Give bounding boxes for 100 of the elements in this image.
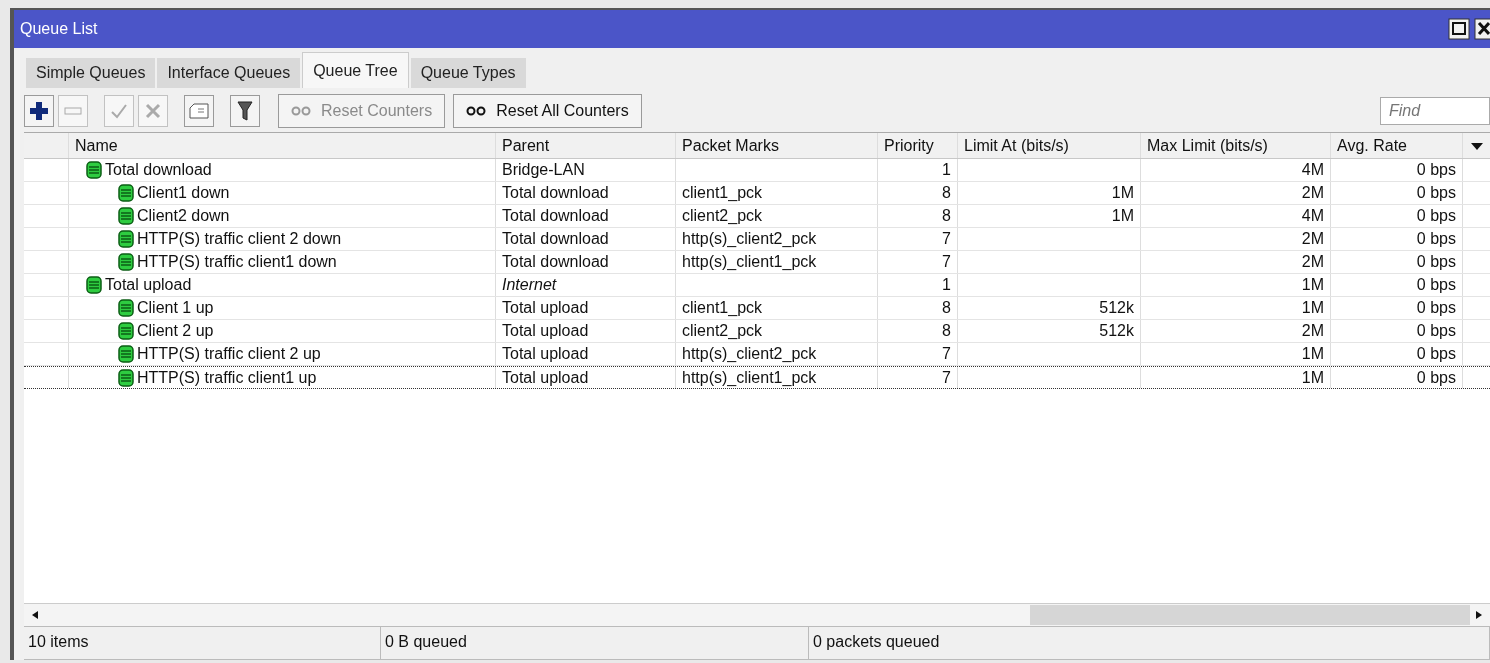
table-row[interactable]: Total download Bridge-LAN 1 4M 0 bps [24,159,1490,182]
table-cell: 2M [1301,253,1324,271]
counter-icon [291,106,313,116]
table-cell: 0 bps [1416,207,1456,225]
queue-icon [117,207,135,225]
table-cell: Total download [502,207,609,225]
table-cell: 8 [942,322,951,340]
table-row[interactable]: HTTP(S) traffic client1 up Total upload http(s)_client1_pck 7 1M 0 bps [24,366,1490,389]
table-cell: Total download [502,253,609,271]
table-cell: 1 [942,161,951,179]
horizontal-scrollbar[interactable] [24,603,1490,626]
column-header[interactable]: Packet Marks [676,133,878,158]
table-cell: http(s)_client1_pck [682,253,817,271]
table-cell: Total download [502,230,609,248]
plus-icon [30,102,48,120]
close-icon[interactable] [1474,18,1490,40]
queue-icon [85,161,103,179]
filter-button[interactable] [230,95,260,127]
table-cell: 4M [1301,161,1324,179]
queue-icon [117,322,135,340]
table-cell: http(s)_client2_pck [682,230,817,248]
table-cell: 2M [1301,322,1324,340]
queue-icon [85,276,103,294]
filter-icon [237,101,253,121]
table-cell: 2M [1301,184,1324,202]
column-header[interactable]: Avg. Rate [1331,133,1463,158]
table-cell: 7 [942,253,951,271]
table-cell: Total upload [502,322,589,340]
queue-name: HTTP(S) traffic client1 down [137,253,337,271]
table-cell: 1M [1301,345,1324,363]
table-cell: 1M [1301,299,1324,317]
table-cell: 0 bps [1416,161,1456,179]
column-header[interactable]: Priority [878,133,958,158]
table-cell: http(s)_client2_pck [682,345,817,363]
table-cell: 0 bps [1416,253,1456,271]
table-cell: Internet [502,276,557,294]
table-row[interactable]: Client 2 up Total upload client2_pck 8 512k 2M 0 bps [24,320,1490,343]
column-header[interactable]: Limit At (bits/s) [958,133,1141,158]
table-cell: client1_pck [682,184,763,202]
table-cell: Total upload [502,368,589,387]
tab[interactable]: Queue Types [410,58,526,88]
table-cell: 1 [942,276,951,294]
queue-name: Client 1 up [137,299,214,317]
table-cell: 2M [1301,230,1324,248]
reset-button[interactable]: Reset All Counters [453,94,642,128]
queue-icon [117,345,135,363]
comment-button[interactable] [184,95,214,127]
maximize-icon[interactable] [1448,18,1470,40]
minus-icon [64,106,82,116]
table-cell: 1M [1301,276,1324,294]
table-row[interactable]: Client 1 up Total upload client1_pck 8 512k 1M 0 bps [24,297,1490,320]
tab[interactable]: Interface Queues [157,58,301,88]
cross-icon [144,102,162,120]
table-cell: 1M [1111,184,1134,202]
table-row[interactable]: Client1 down Total download client1_pck 8 1M 2M 0 bps [24,182,1490,205]
scroll-left-icon[interactable] [30,610,40,620]
column-header[interactable]: Parent [496,133,676,158]
queue-icon [117,184,135,202]
table-cell: 1M [1111,207,1134,225]
queue-icon [117,368,135,387]
check-icon [110,102,128,120]
scroll-right-icon[interactable] [1474,610,1484,620]
table-row[interactable]: Total upload Internet 1 1M 0 bps [24,274,1490,297]
table-cell: 4M [1301,207,1324,225]
table-row[interactable]: HTTP(S) traffic client1 down Total download http(s)_client1_pck 7 2M 0 bps [24,251,1490,274]
table-cell: Total download [502,184,609,202]
table-cell: 0 bps [1416,322,1456,340]
add-button[interactable] [24,95,54,127]
table-cell: 0 bps [1416,276,1456,294]
table-cell: 7 [942,230,951,248]
table-cell: client2_pck [682,322,763,340]
table-cell: client2_pck [682,207,763,225]
table-cell: 7 [942,345,951,363]
table-row[interactable]: Client2 down Total download client2_pck 8 1M 4M 0 bps [24,205,1490,228]
table-cell: 7 [942,368,951,387]
find-field[interactable]: Find [1380,97,1490,125]
table-row[interactable]: HTTP(S) traffic client 2 down Total download http(s)_client2_pck 7 2M 0 bps [24,228,1490,251]
table-cell: 0 bps [1416,368,1456,387]
table-cell: 0 bps [1416,299,1456,317]
table-cell: http(s)_client1_pck [682,368,817,387]
table-cell: 512k [1099,322,1134,340]
table-row[interactable]: HTTP(S) traffic client 2 up Total upload http(s)_client2_pck 7 1M 0 bps [24,343,1490,366]
table-cell: 8 [942,184,951,202]
column-header[interactable]: Name [69,133,496,158]
queue-name: HTTP(S) traffic client1 up [137,368,317,387]
queue-name: HTTP(S) traffic client 2 down [137,230,342,248]
queue-name: HTTP(S) traffic client 2 up [137,345,321,363]
table-cell: 0 bps [1416,230,1456,248]
queue-name: Client 2 up [137,322,214,340]
tab[interactable]: Simple Queues [26,58,156,88]
queue-name: Client1 down [137,184,230,202]
table-cell: 8 [942,207,951,225]
dropdown-icon[interactable] [1469,140,1484,151]
table-cell: 0 bps [1416,184,1456,202]
table-cell: Total upload [502,345,589,363]
tab[interactable]: Queue Tree [302,52,409,88]
queue-icon [117,230,135,248]
status-text: 10 items [24,627,381,659]
queue-name: Client2 down [137,207,230,225]
column-header[interactable]: Max Limit (bits/s) [1141,133,1331,158]
